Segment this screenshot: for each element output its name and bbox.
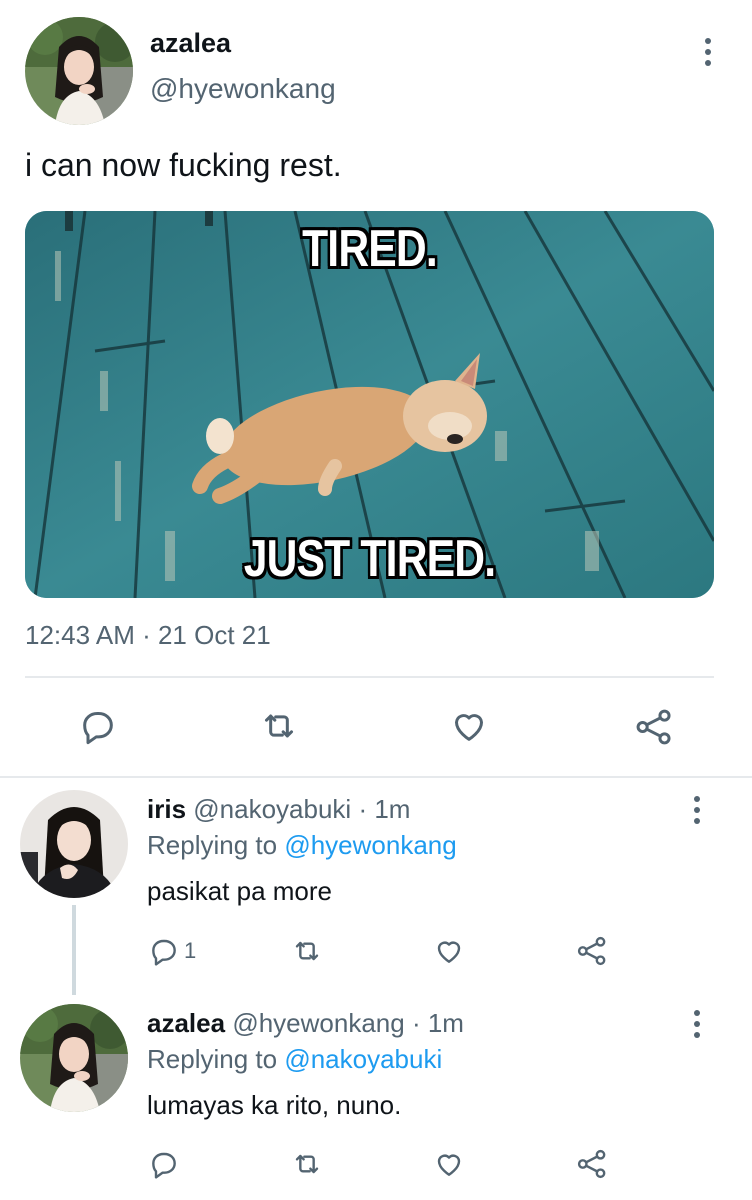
- meme-bottom-caption: JUST TIRED.: [243, 530, 496, 588]
- retweet-button[interactable]: [258, 706, 300, 746]
- reply1-like-button[interactable]: [432, 935, 466, 967]
- tweet-timestamp[interactable]: 12:43 AM · 21 Oct 21: [25, 620, 271, 651]
- tweet-text: i can now fucking rest.: [25, 147, 342, 183]
- tweet-media[interactable]: TIRED. JUST TIRED.: [25, 211, 714, 598]
- reply1-reply-button[interactable]: 1: [148, 935, 196, 967]
- more-vertical-icon: [694, 796, 700, 802]
- reply-button[interactable]: [78, 706, 118, 746]
- reply2-text: lumayas ka rito, nuno.: [147, 1090, 402, 1120]
- divider: [25, 676, 714, 678]
- reply2-replying-prefix: Replying to: [147, 1044, 278, 1074]
- heart-icon: [437, 1154, 461, 1176]
- more-vertical-icon: [705, 38, 711, 44]
- reply1-replying: Replying to @hyewonkang: [147, 830, 457, 861]
- reply1-display-name[interactable]: iris: [147, 794, 186, 824]
- reply2-replying: Replying to @nakoyabuki: [147, 1044, 442, 1075]
- reply2-header: azalea @hyewonkang · 1m: [147, 1008, 464, 1039]
- reply1-text: pasikat pa more: [147, 876, 332, 906]
- author-display-name[interactable]: azalea: [150, 28, 231, 59]
- reply2-handle[interactable]: @hyewonkang: [232, 1008, 404, 1038]
- reply-icon: [152, 939, 176, 966]
- heart-icon: [455, 714, 483, 741]
- reply-icon: [152, 1152, 176, 1179]
- reply1-header: iris @nakoyabuki · 1m: [147, 794, 410, 825]
- reply1-avatar[interactable]: [20, 790, 128, 898]
- share-icon: [577, 936, 606, 966]
- reply2-share-button[interactable]: [574, 1147, 610, 1181]
- reply1-more-button[interactable]: [682, 792, 712, 828]
- thread-line: [72, 905, 76, 995]
- reply2-reply-button[interactable]: [148, 1148, 180, 1180]
- section-divider: [0, 776, 752, 778]
- reply1-replying-prefix: Replying to: [147, 830, 278, 860]
- reply2-more-button[interactable]: [682, 1006, 712, 1042]
- reply2-avatar[interactable]: [20, 1004, 128, 1112]
- reply1-retweet-button[interactable]: [290, 935, 324, 967]
- reply2-time[interactable]: · 1m: [412, 1008, 464, 1038]
- author-avatar[interactable]: [25, 17, 133, 125]
- reply1-time[interactable]: · 1m: [358, 794, 410, 824]
- author-handle[interactable]: @hyewonkang: [150, 73, 336, 105]
- share-icon: [636, 709, 671, 745]
- reply1-reply-count: 1: [184, 938, 197, 963]
- share-button[interactable]: [632, 706, 676, 748]
- retweet-icon: [265, 714, 293, 738]
- heart-icon: [437, 941, 461, 963]
- reply2-like-button[interactable]: [432, 1148, 466, 1180]
- reply2-replying-to[interactable]: @nakoyabuki: [284, 1044, 442, 1074]
- reply1-handle[interactable]: @nakoyabuki: [193, 794, 351, 824]
- like-button[interactable]: [448, 706, 490, 746]
- reply1-replying-to[interactable]: @hyewonkang: [284, 830, 456, 860]
- share-icon: [577, 1149, 606, 1179]
- tweet-more-button[interactable]: [693, 34, 723, 70]
- reply-icon: [83, 712, 113, 745]
- reply1-share-button[interactable]: [574, 934, 610, 968]
- retweet-icon: [295, 1154, 319, 1174]
- reply2-retweet-button[interactable]: [290, 1148, 324, 1180]
- reply2-display-name[interactable]: azalea: [147, 1008, 225, 1038]
- meme-top-caption: TIRED.: [302, 220, 438, 278]
- retweet-icon: [295, 941, 319, 961]
- more-vertical-icon: [694, 1010, 700, 1016]
